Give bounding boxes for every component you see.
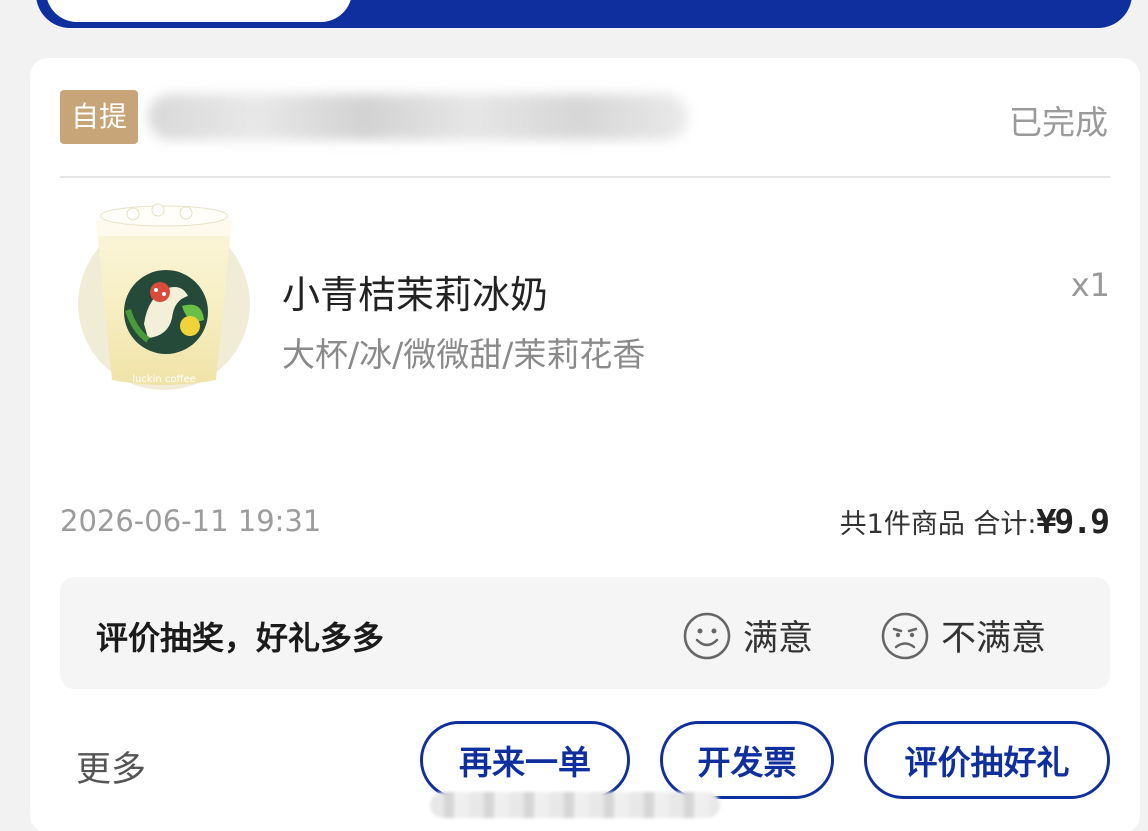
review-gift-button[interactable]: 评价抽好礼 — [864, 721, 1110, 799]
smile-icon — [683, 612, 731, 659]
tab-active[interactable] — [46, 0, 352, 22]
review-strip: 评价抽奖，好礼多多 满意 不满意 — [60, 577, 1110, 689]
product-quantity: x1 — [1070, 266, 1110, 304]
order-time: 2026-06-11 19:31 — [60, 504, 322, 538]
store-name-blurred — [148, 94, 688, 140]
unsatisfied-label: 不满意 — [941, 619, 1047, 659]
total-amount: ¥9.9 — [1036, 502, 1110, 541]
more-button[interactable]: 更多 — [76, 741, 146, 792]
review-title: 评价抽奖，好礼多多 — [96, 619, 385, 657]
order-total-row: 共1件商品 合计: ¥9.9 — [839, 502, 1110, 541]
cup-brand-text: luckin coffee — [132, 374, 196, 385]
watermark-blurred — [430, 792, 720, 818]
invoice-button[interactable]: 开发票 — [660, 721, 834, 799]
divider — [60, 176, 1110, 178]
summary-label: 共1件商品 合计: — [839, 509, 1037, 540]
order-page: 自提 已完成 luckin coffee 小青桔茉莉冰奶 大杯/冰/微微甜/茉莉… — [0, 0, 1148, 831]
product-name: 小青桔茉莉冰奶 — [282, 273, 549, 317]
product-image: luckin coffee — [78, 203, 250, 390]
reorder-button[interactable]: 再来一单 — [420, 721, 630, 799]
order-status: 已完成 — [1009, 103, 1108, 142]
satisfied-label: 满意 — [743, 619, 814, 659]
product-specs: 大杯/冰/微微甜/茉莉花香 — [282, 335, 646, 374]
order-tab-bar — [36, 0, 1132, 28]
frown-icon — [881, 612, 929, 659]
order-card[interactable]: 自提 已完成 luckin coffee 小青桔茉莉冰奶 大杯/冰/微微甜/茉莉… — [30, 58, 1140, 831]
satisfied-option[interactable]: 满意 — [683, 610, 813, 661]
unsatisfied-option[interactable]: 不满意 — [881, 610, 1046, 661]
pickup-badge: 自提 — [60, 90, 138, 144]
